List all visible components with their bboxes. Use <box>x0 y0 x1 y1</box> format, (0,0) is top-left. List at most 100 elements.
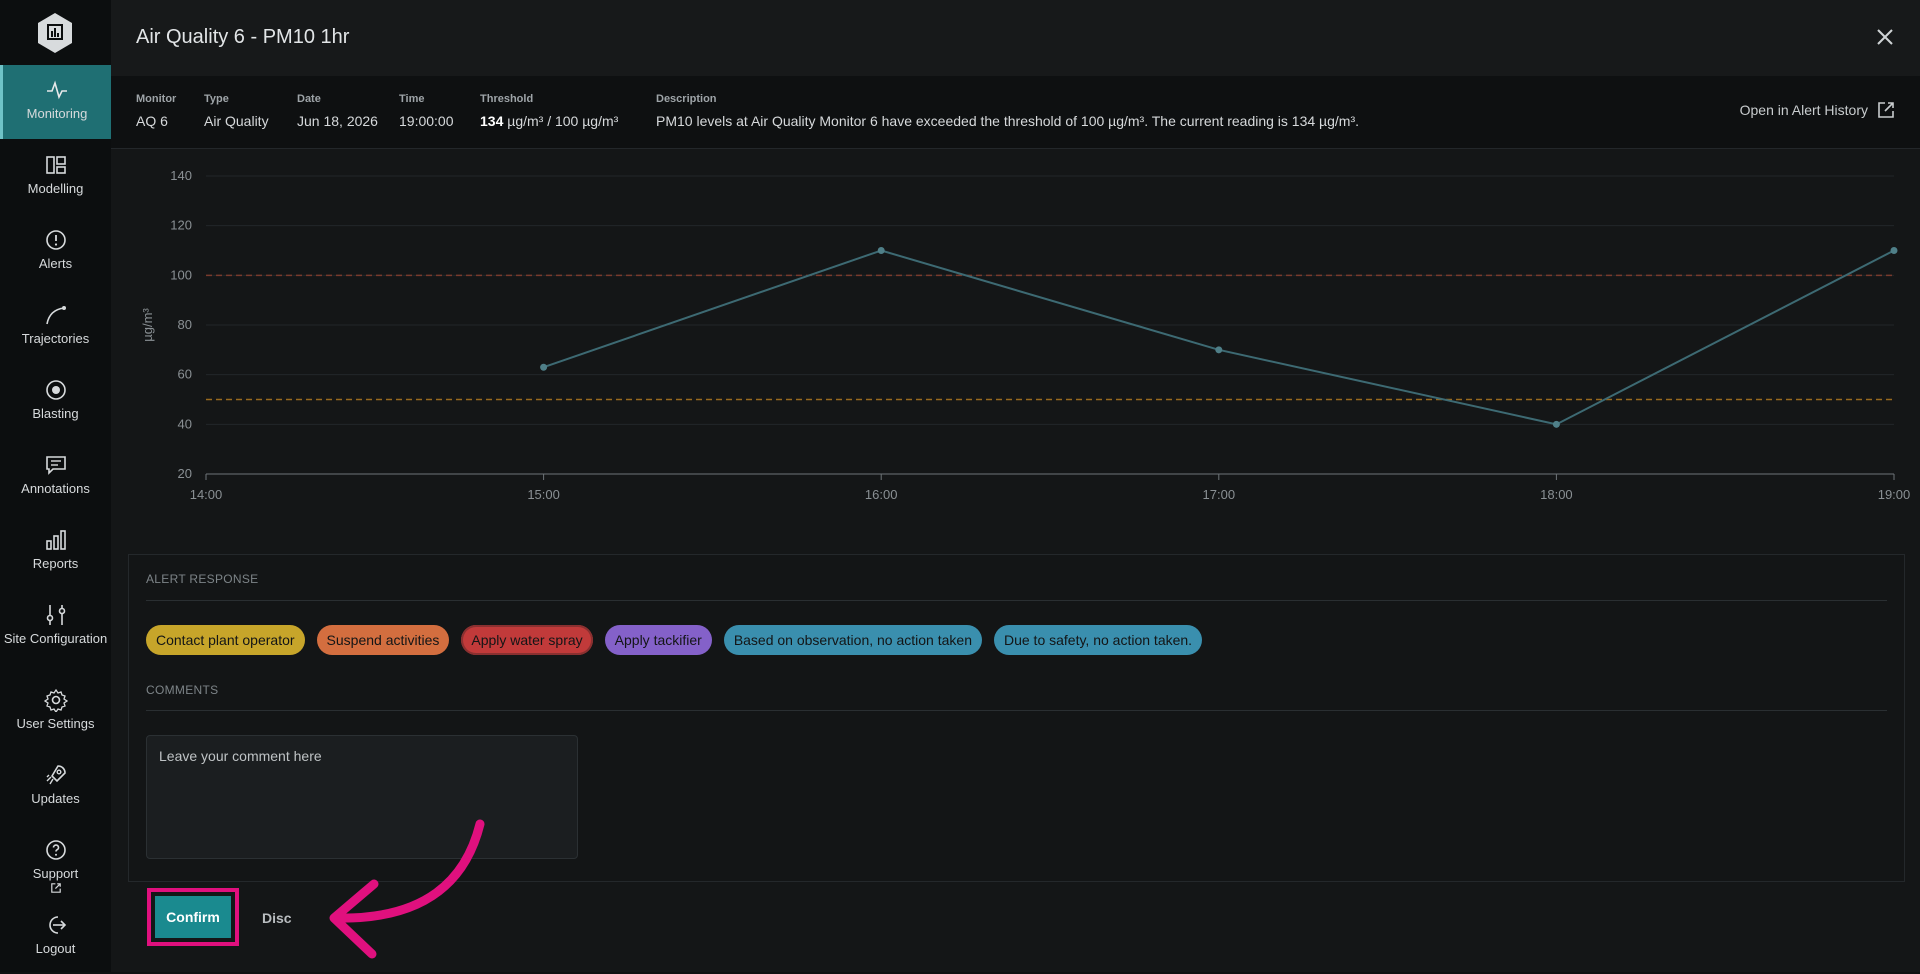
sidebar-item-label: Support <box>32 866 79 881</box>
meta-date-label: Date <box>297 93 321 105</box>
response-chip[interactable]: Apply water spray <box>461 625 593 655</box>
alert-response-heading: ALERT RESPONSE <box>146 572 259 586</box>
trajectory-icon <box>45 306 66 325</box>
meta-monitor-value: AQ 6 <box>136 113 168 129</box>
sidebar-item-label: Trajectories <box>21 331 90 346</box>
sidebar-item-label: Site Configuration <box>3 631 108 646</box>
sidebar-item-site-configuration[interactable]: Site Configuration <box>0 590 111 674</box>
bar-chart-icon <box>45 530 66 550</box>
open-alert-history-link[interactable]: Open in Alert History <box>1740 100 1896 120</box>
y-axis-label: µg/m³ <box>140 308 155 342</box>
alert-meta: Monitor AQ 6 Type Air Quality Date Jun 1… <box>111 76 1920 149</box>
open-alert-history-label: Open in Alert History <box>1739 102 1868 118</box>
meta-monitor-label: Monitor <box>136 93 177 105</box>
meta-type-label: Type <box>204 93 229 105</box>
sidebar-item-blasting[interactable]: Blasting <box>0 365 111 439</box>
response-chip[interactable]: Based on observation, no action taken <box>723 625 982 655</box>
meta-date-value: Jun 18, 2026 <box>297 113 378 129</box>
divider <box>146 710 1887 711</box>
response-chip[interactable]: Contact plant operator <box>146 625 305 655</box>
alert-circle-icon <box>45 230 66 250</box>
sidebar-item-label: Logout <box>35 941 76 956</box>
modal-header: Air Quality 6 - PM10 1hr <box>111 0 1920 76</box>
divider <box>146 600 1887 601</box>
meta-description-value: PM10 levels at Air Quality Monitor 6 hav… <box>656 113 1360 129</box>
pulse-icon <box>47 80 67 100</box>
threshold-current: 134 <box>480 113 504 129</box>
sidebar-item-label: User Settings <box>16 716 95 731</box>
y-tick-label: 40 <box>178 416 192 431</box>
meta-type: Type Air Quality <box>204 93 269 129</box>
gear-icon <box>43 688 68 712</box>
modal-title: Air Quality 6 - PM10 1hr <box>136 26 350 48</box>
data-point <box>1215 346 1223 354</box>
external-link-icon <box>50 883 61 893</box>
sidebar-item-user-settings[interactable]: User Settings <box>0 675 111 749</box>
response-chip[interactable]: Apply tackifier <box>604 625 712 655</box>
sidebar-item-label: Alerts <box>38 256 73 271</box>
sidebar: Monitoring Modelling Alerts Trajectories Bla… <box>0 0 111 972</box>
response-chips: Contact plant operator Suspend activities… <box>146 625 1203 655</box>
external-link-icon <box>1878 102 1894 118</box>
x-tick-label: 18:00 <box>1540 487 1573 502</box>
sidebar-item-logout[interactable]: Logout <box>0 900 111 974</box>
sidebar-item-label: Updates <box>31 791 80 806</box>
data-point <box>540 363 548 371</box>
meta-threshold-value: 134 µg/m³ / 100 µg/m³ <box>480 113 618 129</box>
meta-description: Description PM10 levels at Air Quality M… <box>656 93 1359 129</box>
comment-icon <box>45 456 66 475</box>
x-tick-label: 17:00 <box>1203 487 1236 502</box>
x-tick-label: 19:00 <box>1878 487 1911 502</box>
data-point <box>1552 420 1560 428</box>
confirm-button[interactable]: Confirm <box>155 896 231 938</box>
sidebar-item-label: Monitoring <box>26 106 88 121</box>
response-chip[interactable]: Suspend activities <box>316 625 450 655</box>
meta-description-label: Description <box>656 93 717 105</box>
x-tick-label: 16:00 <box>865 487 898 502</box>
rocket-icon <box>46 765 66 785</box>
sidebar-item-label: Annotations <box>21 481 90 496</box>
meta-type-value: Air Quality <box>204 113 269 129</box>
response-chip[interactable]: Due to safety, no action taken. <box>993 625 1203 655</box>
help-icon <box>45 840 66 860</box>
alert-modal: Air Quality 6 - PM10 1hr Monitor AQ 6 Ty… <box>111 0 1920 972</box>
series-line <box>543 249 1895 426</box>
meta-threshold-label: Threshold <box>480 93 534 105</box>
confirm-highlight: Confirm <box>147 888 239 946</box>
y-tick-label: 20 <box>178 466 192 481</box>
sidebar-item-alerts[interactable]: Alerts <box>0 215 111 289</box>
logout-icon <box>48 916 66 934</box>
close-icon[interactable] <box>1874 26 1896 48</box>
sidebar-item-label: Reports <box>32 556 79 571</box>
sidebar-item-label: Modelling <box>27 181 84 196</box>
meta-monitor: Monitor AQ 6 <box>136 93 176 129</box>
sidebar-item-label: Blasting <box>32 406 79 421</box>
data-point <box>877 247 885 254</box>
meta-time-value: 19:00:00 <box>399 113 454 129</box>
sidebar-item-reports[interactable]: Reports <box>0 515 111 589</box>
sliders-icon <box>46 605 65 625</box>
y-tick-label: 60 <box>178 367 192 382</box>
comments-heading: COMMENTS <box>146 683 219 697</box>
target-icon <box>45 380 66 400</box>
sidebar-item-modelling[interactable]: Modelling <box>0 140 111 214</box>
sidebar-item-monitoring[interactable]: Monitoring <box>0 65 111 139</box>
modelling-icon <box>45 156 66 174</box>
sidebar-item-annotations[interactable]: Annotations <box>0 440 111 514</box>
pointer-arrow <box>329 819 485 959</box>
meta-time: Time 19:00:00 <box>399 93 454 129</box>
meta-time-label: Time <box>399 93 425 105</box>
y-tick-label: 120 <box>170 218 192 233</box>
pm10-chart: 20 40 60 80 100 120 140 14:00 15:00 16:00 17:00 18:… <box>140 168 1911 502</box>
sidebar-item-trajectories[interactable]: Trajectories <box>0 290 111 364</box>
y-tick-label: 140 <box>170 168 192 183</box>
x-tick-label: 14:00 <box>190 487 223 502</box>
y-tick-label: 80 <box>178 317 192 332</box>
threshold-limit: µg/m³ / 100 µg/m³ <box>503 113 619 129</box>
sidebar-item-support[interactable]: Support <box>0 825 111 899</box>
meta-threshold: Threshold 134 µg/m³ / 100 µg/m³ <box>480 93 618 129</box>
sidebar-item-updates[interactable]: Updates <box>0 750 111 824</box>
x-tick-label: 15:00 <box>527 487 560 502</box>
data-point <box>1890 247 1898 254</box>
app-logo[interactable] <box>35 11 75 55</box>
